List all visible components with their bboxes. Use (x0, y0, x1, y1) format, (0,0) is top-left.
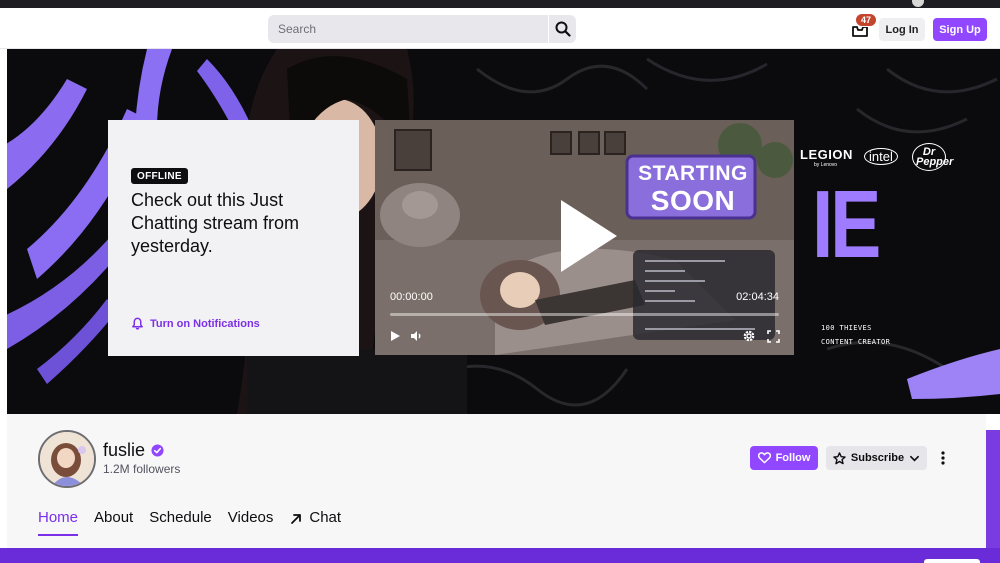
sponsor-logos: LEGION by Lenovo intel Dr Pepper (800, 143, 960, 171)
video-player[interactable]: STARTING SOON 00:00:00 02:04:34 (375, 120, 794, 355)
channel-name-row: fuslie (103, 440, 164, 461)
fullscreen-icon (766, 329, 780, 343)
avatar-image (40, 432, 94, 486)
offline-message: Check out this Just Chatting stream from… (131, 190, 300, 256)
right-edge-accent (986, 430, 1000, 548)
intel-logo: intel (864, 148, 898, 165)
offline-card: OFFLINE Check out this Just Chatting str… (108, 120, 359, 356)
bottom-accent-bar (0, 548, 1000, 563)
current-time: 00:00:00 (390, 291, 433, 303)
starting-soon-line-2: SOON (650, 185, 736, 216)
subscribe-button[interactable]: Subscribe (826, 446, 927, 470)
top-nav: Search 47 Log In Sign Up (0, 8, 1000, 49)
bell-icon (132, 317, 143, 330)
dr-pepper-logo: Dr Pepper (912, 143, 953, 171)
fullscreen-button[interactable] (765, 328, 781, 344)
window-top-edge (0, 0, 1000, 8)
notifications-label: Turn on Notifications (150, 317, 260, 330)
gear-icon (743, 330, 755, 342)
total-duration: 02:04:34 (736, 291, 779, 303)
tab-schedule[interactable]: Schedule (149, 509, 212, 535)
follower-count: 1.2M followers (103, 462, 181, 476)
tagline-line-1: 100 THIEVES (821, 324, 872, 332)
tab-about[interactable]: About (94, 509, 133, 535)
banner-tagline: 100 THIEVES CONTENT CREATOR (821, 321, 890, 349)
play-button[interactable] (387, 328, 403, 344)
tab-home-label: Home (38, 509, 79, 526)
volume-icon (411, 331, 421, 341)
heart-icon (757, 452, 771, 464)
follow-button[interactable]: Follow (750, 446, 818, 470)
login-button[interactable]: Log In (879, 18, 925, 41)
search-button[interactable] (548, 15, 576, 43)
window-control-dot[interactable] (912, 0, 924, 7)
tab-about-label: About (94, 509, 134, 526)
tagline-line-2: CONTENT CREATOR (821, 338, 891, 346)
arrow-up-right-icon (291, 514, 302, 524)
avatar[interactable] (38, 430, 96, 488)
banner-big-letters: IE (812, 171, 881, 278)
subscribe-label: Subscribe (850, 452, 905, 464)
tab-schedule-label: Schedule (149, 509, 212, 526)
lenovo-logo: by Lenovo (814, 162, 838, 168)
channel-profile: fuslie 1.2M followers Follow Subscribe H… (7, 414, 986, 548)
verified-badge-icon (151, 444, 164, 457)
more-vertical-icon (941, 451, 945, 465)
turn-on-notifications-button[interactable]: Turn on Notifications (131, 317, 260, 330)
bottom-tab-hint[interactable] (924, 559, 980, 563)
offline-badge: OFFLINE (131, 168, 188, 184)
follow-label: Follow (775, 452, 811, 464)
more-options-button[interactable] (935, 446, 951, 470)
volume-button[interactable] (408, 328, 424, 344)
video-thumbnail (375, 120, 794, 355)
tab-chat-label: Chat (309, 509, 342, 526)
tab-videos-label: Videos (227, 509, 274, 526)
tab-home[interactable]: Home (38, 509, 79, 536)
tab-videos[interactable]: Videos (228, 509, 274, 535)
star-icon (833, 451, 846, 464)
channel-name[interactable]: fuslie (103, 440, 145, 461)
search-input[interactable]: Search (268, 15, 548, 43)
play-icon (391, 331, 400, 341)
chevron-down-icon (910, 455, 920, 462)
progress-bar[interactable] (390, 313, 779, 316)
search-icon (555, 21, 571, 37)
legion-logo: LEGION (800, 147, 853, 162)
inbox-count-badge: 47 (855, 13, 877, 27)
signup-button[interactable]: Sign Up (933, 18, 987, 41)
settings-button[interactable] (741, 328, 757, 344)
channel-tabs: Home About Schedule Videos Chat (38, 509, 357, 539)
starting-soon-line-1: STARTING (638, 162, 748, 185)
tab-chat[interactable]: Chat (289, 509, 341, 535)
